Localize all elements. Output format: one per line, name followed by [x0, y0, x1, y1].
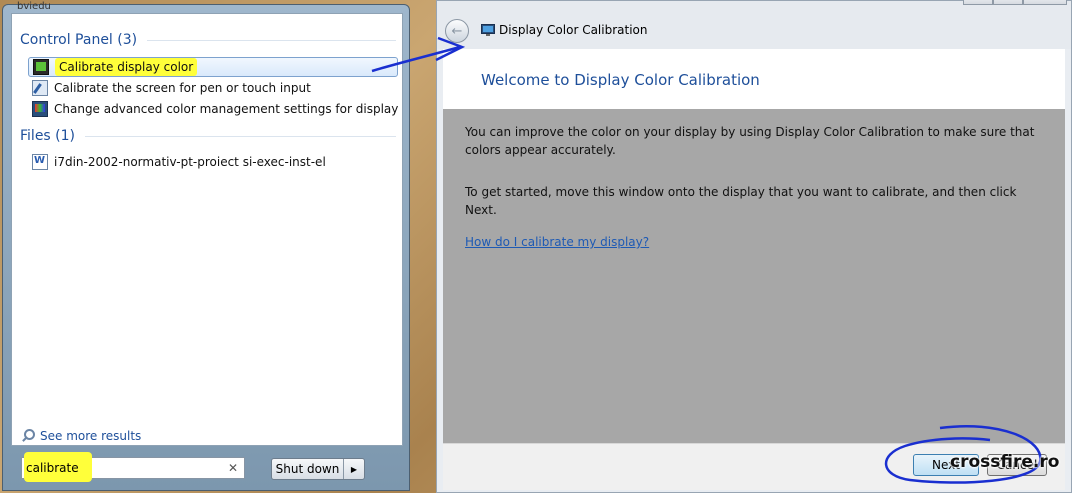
- result-label: i7din-2002-normativ-pt-proiect si-exec-i…: [54, 155, 326, 169]
- shutdown-options-arrow-icon[interactable]: ▶: [343, 459, 364, 479]
- close-button[interactable]: [1023, 0, 1067, 5]
- display-calibration-icon: [33, 59, 49, 75]
- result-file[interactable]: i7din-2002-normativ-pt-proiect si-exec-i…: [28, 152, 398, 172]
- group-title: Control Panel (3): [20, 32, 138, 48]
- word-document-icon: [32, 154, 48, 170]
- window-titlebar: ← Display Color Calibration: [437, 0, 1071, 49]
- pen-input-icon: [32, 80, 48, 96]
- clear-icon[interactable]: ✕: [228, 461, 238, 475]
- wizard-heading: Welcome to Display Color Calibration: [481, 71, 760, 89]
- watermark: crossfire.ro: [950, 452, 1060, 472]
- result-calibrate-pen-touch[interactable]: Calibrate the screen for pen or touch in…: [28, 78, 398, 98]
- divider: [147, 39, 396, 41]
- result-color-management[interactable]: Change advanced color management setting…: [28, 99, 398, 119]
- background-caption: bviedu: [17, 1, 51, 12]
- instructions-paragraph: To get started, move this window onto th…: [465, 185, 1017, 217]
- result-label: Calibrate the screen for pen or touch in…: [54, 81, 311, 95]
- see-more-results-link[interactable]: See more results: [20, 428, 141, 444]
- calibration-window: ← Display Color Calibration Welcome to D…: [436, 0, 1072, 493]
- result-label: Change advanced color management setting…: [54, 102, 398, 116]
- group-title: Files (1): [20, 128, 76, 144]
- wizard-header: Welcome to Display Color Calibration: [443, 49, 1065, 109]
- display-icon: [481, 24, 495, 36]
- see-more-label: See more results: [40, 429, 142, 443]
- shutdown-button[interactable]: Shut down: [272, 462, 343, 476]
- maximize-button[interactable]: [993, 0, 1023, 5]
- search-results-panel: Control Panel (3) Calibrate display colo…: [11, 13, 403, 446]
- intro-paragraph: You can improve the color on your displa…: [465, 125, 1035, 157]
- search-icon: [20, 428, 36, 444]
- start-menu: bviedu Control Panel (3) Calibrate displ…: [2, 1, 410, 491]
- back-button[interactable]: ←: [445, 19, 469, 43]
- back-arrow-icon: ←: [451, 23, 463, 39]
- color-management-icon: [32, 101, 48, 117]
- window-controls: [963, 0, 1067, 5]
- result-label: Calibrate display color: [55, 58, 198, 76]
- group-header-files[interactable]: Files (1): [20, 126, 396, 146]
- shutdown-button-group: Shut down ▶: [271, 458, 365, 480]
- help-link[interactable]: How do I calibrate my display?: [465, 235, 649, 249]
- minimize-button[interactable]: [963, 0, 993, 5]
- result-calibrate-display-color[interactable]: Calibrate display color: [28, 57, 398, 77]
- search-input[interactable]: [22, 461, 216, 475]
- start-search-box[interactable]: ✕: [21, 452, 245, 482]
- divider: [85, 135, 396, 137]
- wizard-body: You can improve the color on your displa…: [443, 109, 1065, 443]
- group-header-control-panel[interactable]: Control Panel (3): [20, 30, 396, 50]
- window-title: Display Color Calibration: [499, 23, 648, 37]
